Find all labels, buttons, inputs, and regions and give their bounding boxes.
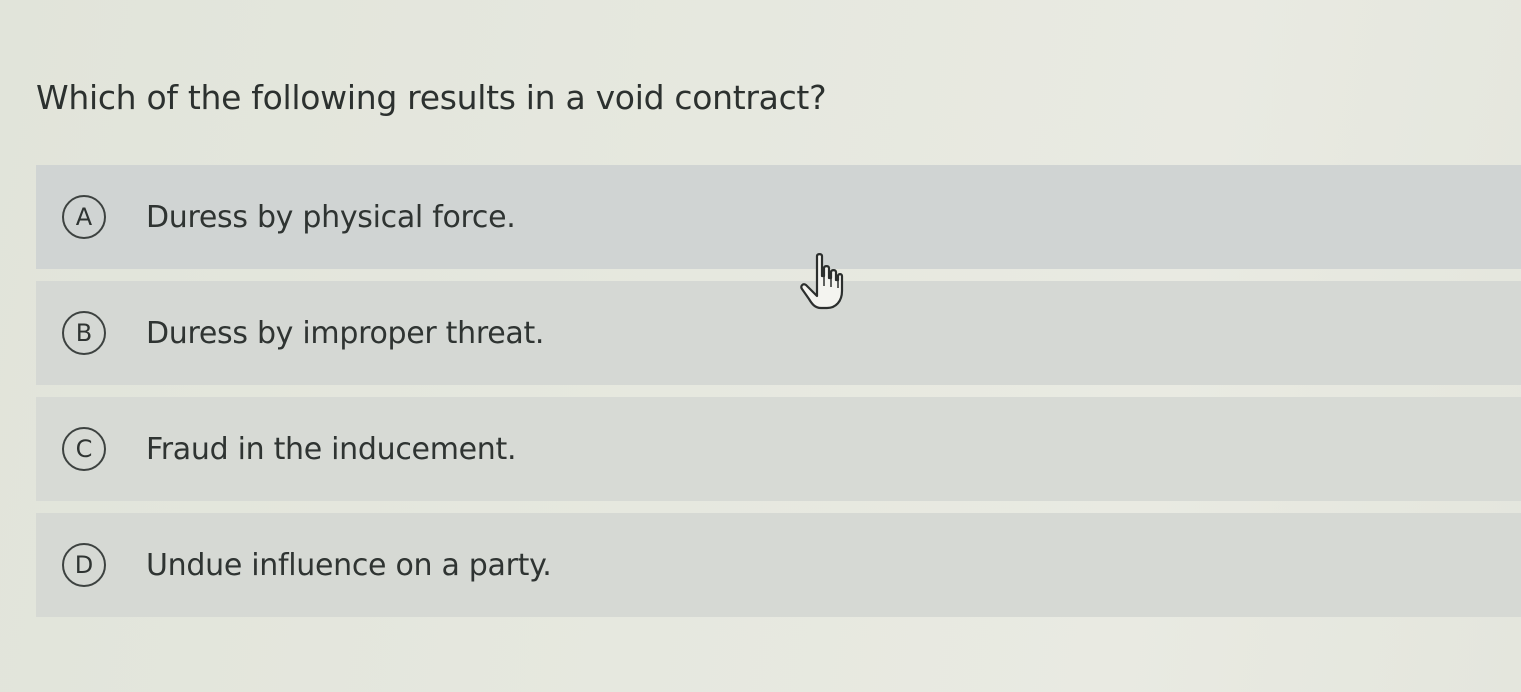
quiz-screen: Which of the following results in a void… [0, 0, 1521, 692]
option-d-letter-circle: D [62, 543, 106, 587]
answer-options: A Duress by physical force. B Duress by … [36, 165, 1521, 617]
option-c[interactable]: C Fraud in the inducement. [36, 397, 1521, 501]
option-c-label: Fraud in the inducement. [146, 431, 517, 467]
option-d-label: Undue influence on a party. [146, 547, 552, 583]
option-b-label: Duress by improper threat. [146, 315, 545, 351]
option-d[interactable]: D Undue influence on a party. [36, 513, 1521, 617]
option-a-label: Duress by physical force. [146, 199, 516, 235]
question-text: Which of the following results in a void… [36, 78, 827, 117]
option-c-letter-circle: C [62, 427, 106, 471]
option-a-letter-circle: A [62, 195, 106, 239]
hand-pointer-icon [800, 253, 844, 310]
option-b[interactable]: B Duress by improper threat. [36, 281, 1521, 385]
option-b-letter-circle: B [62, 311, 106, 355]
option-a[interactable]: A Duress by physical force. [36, 165, 1521, 269]
